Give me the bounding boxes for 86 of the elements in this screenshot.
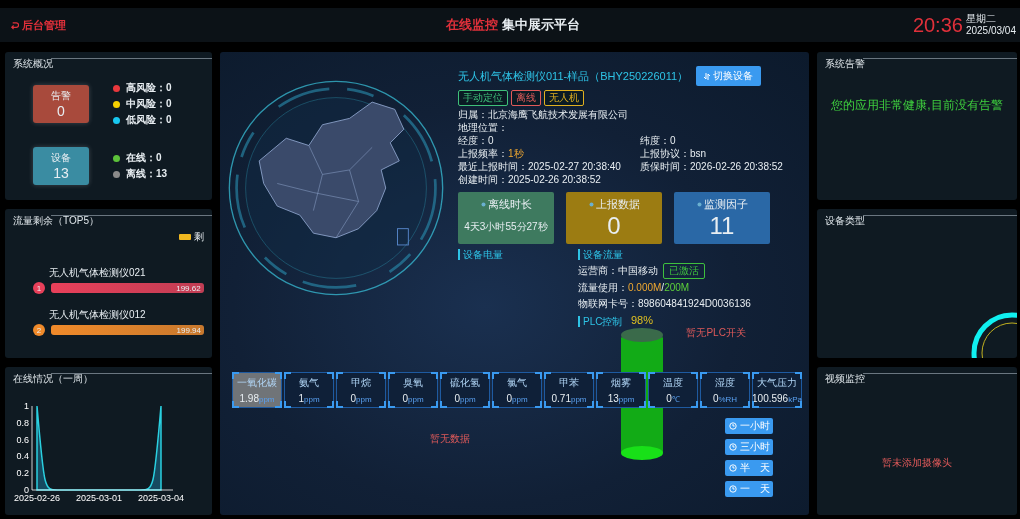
y-tick-label: 1 — [24, 400, 29, 411]
weekday: 星期二 — [965, 13, 997, 25]
legend-label: 在线：0 — [126, 151, 162, 166]
legend-label: 离线：13 — [126, 167, 168, 182]
info-field: 经度：0 — [458, 135, 640, 147]
stat-label: 上报数据 — [595, 197, 640, 212]
info-field: 最近上报时间：2025-02-27 20:38:40 — [458, 161, 640, 173]
back-link[interactable]: 后台管理 — [10, 17, 66, 33]
info-field: 地理位置： — [458, 122, 803, 134]
card-number-field: 物联网卡号：898604841924D0036136 — [578, 297, 751, 311]
info-icon — [588, 202, 594, 207]
panel-title: 系统概况 — [13, 57, 53, 71]
info-icon — [696, 202, 702, 207]
stat-value: 11 — [709, 214, 735, 238]
sensor-tile[interactable]: 氯气 0ppm — [492, 372, 542, 408]
clock-icon — [728, 422, 737, 430]
y-tick-label: 0.2 — [16, 467, 29, 478]
legend-label: 剩 — [194, 230, 204, 245]
y-tick-label: 0.6 — [16, 434, 29, 445]
y-tick-label: 0.4 — [16, 451, 29, 462]
sensor-tile[interactable]: 温度 0℃ — [648, 372, 698, 408]
device-title: 无人机气体检测仪011-样品（BHY250226011） — [458, 68, 689, 84]
device-name: 无人机气体检测仪021 — [48, 266, 147, 281]
device-name: 无人机气体检测仪012 — [48, 308, 147, 323]
status-tag: 离线 — [511, 90, 541, 106]
clock-icon — [728, 464, 737, 472]
page-title: 在线监控 集中展示平台 — [446, 16, 580, 34]
rank-badge: 2 — [33, 324, 45, 337]
info-field: 上报频率：1秒 — [458, 148, 640, 160]
status-tag: 已激活 — [663, 263, 705, 279]
sensor-tile[interactable]: 臭氧 0ppm — [388, 372, 438, 408]
status-tag: 手动定位 — [458, 90, 508, 106]
section-title: 设备流量 — [578, 249, 751, 260]
summary-card: 设备 13 — [33, 147, 89, 186]
sensor-tile[interactable]: 氨气 1ppm — [284, 372, 334, 408]
legend-label: 低风险：0 — [126, 113, 172, 128]
sensor-tile[interactable]: 硫化氢 0ppm — [440, 372, 490, 408]
panel-title: 在线情况（一周） — [13, 371, 93, 386]
stat-label: 离线时长 — [487, 197, 532, 212]
empty-message: 暂未添加摄像头 — [881, 455, 953, 470]
info-field: 创建时间：2025-02-26 20:38:52 — [458, 174, 803, 186]
y-tick-label: 0 — [24, 484, 29, 495]
rank-badge: 1 — [33, 282, 45, 295]
sensor-tile[interactable]: 大气压力 100.596kPa — [752, 372, 802, 408]
sensor-tile[interactable]: 烟雾 13ppm — [596, 372, 646, 408]
sensor-tile[interactable]: 甲苯 0.71ppm — [544, 372, 594, 408]
x-tick-label: 2025-02-26 — [14, 492, 60, 503]
x-tick-label: 2025-03-04 — [138, 492, 184, 503]
date: 2025/03/04 — [965, 25, 1016, 37]
bar-value: 199.94 — [176, 326, 202, 335]
sensor-tile[interactable]: 湿度 0%RH — [700, 372, 750, 408]
panel-title: 设备类型 — [825, 214, 865, 229]
sensor-tile[interactable]: 甲烷 0ppm — [336, 372, 386, 408]
status-tag: 无人机 — [544, 90, 584, 106]
panel-title: 系统告警 — [825, 57, 865, 71]
carrier-field: 运营商：中国移动 — [578, 264, 658, 278]
legend-label: 高风险：0 — [126, 81, 172, 96]
section-title: PLC控制 — [578, 316, 623, 327]
panel-title: 流量剩余（TOP5） — [13, 214, 99, 229]
info-field: 归属：北京海鹰飞航技术发展有限公司 — [458, 109, 803, 121]
stat-label: 监测因子 — [703, 197, 748, 212]
info-field: 上报协议：bsn — [640, 148, 803, 160]
info-icon — [480, 202, 486, 207]
clock-icon — [728, 443, 737, 451]
stat-value: 4天3小时55分27秒 — [464, 220, 548, 234]
clock-time: 20:36 — [912, 13, 963, 37]
info-field: 纬度：0 — [640, 135, 803, 147]
legend-label: 中风险：0 — [126, 97, 172, 112]
y-tick-label: 0.8 — [16, 417, 29, 428]
panel-title: 视频监控 — [825, 371, 865, 386]
summary-card: 告警 0 — [33, 85, 89, 124]
return-icon — [10, 20, 19, 30]
sensor-tile[interactable]: 一氧化碳 1.98ppm — [232, 372, 282, 408]
battery-reading: 98% — [631, 314, 653, 326]
empty-message: 暂无数据 — [430, 432, 470, 446]
clock-icon — [728, 485, 737, 493]
bar-value: 199.62 — [176, 284, 202, 293]
info-field: 质保时间：2026-02-26 20:38:52 — [640, 161, 803, 173]
usage-field: 流量使用：0.000M/200M — [578, 281, 751, 295]
stat-value: 0 — [607, 214, 621, 238]
health-message: 您的应用非常健康,目前没有告警 — [830, 97, 1004, 114]
legend-swatch — [179, 234, 191, 241]
section-title: 设备电量 — [458, 249, 578, 260]
switch-icon — [704, 72, 711, 80]
x-tick-label: 2025-03-01 — [76, 492, 122, 503]
empty-message: 暂无PLC开关 — [686, 326, 746, 340]
